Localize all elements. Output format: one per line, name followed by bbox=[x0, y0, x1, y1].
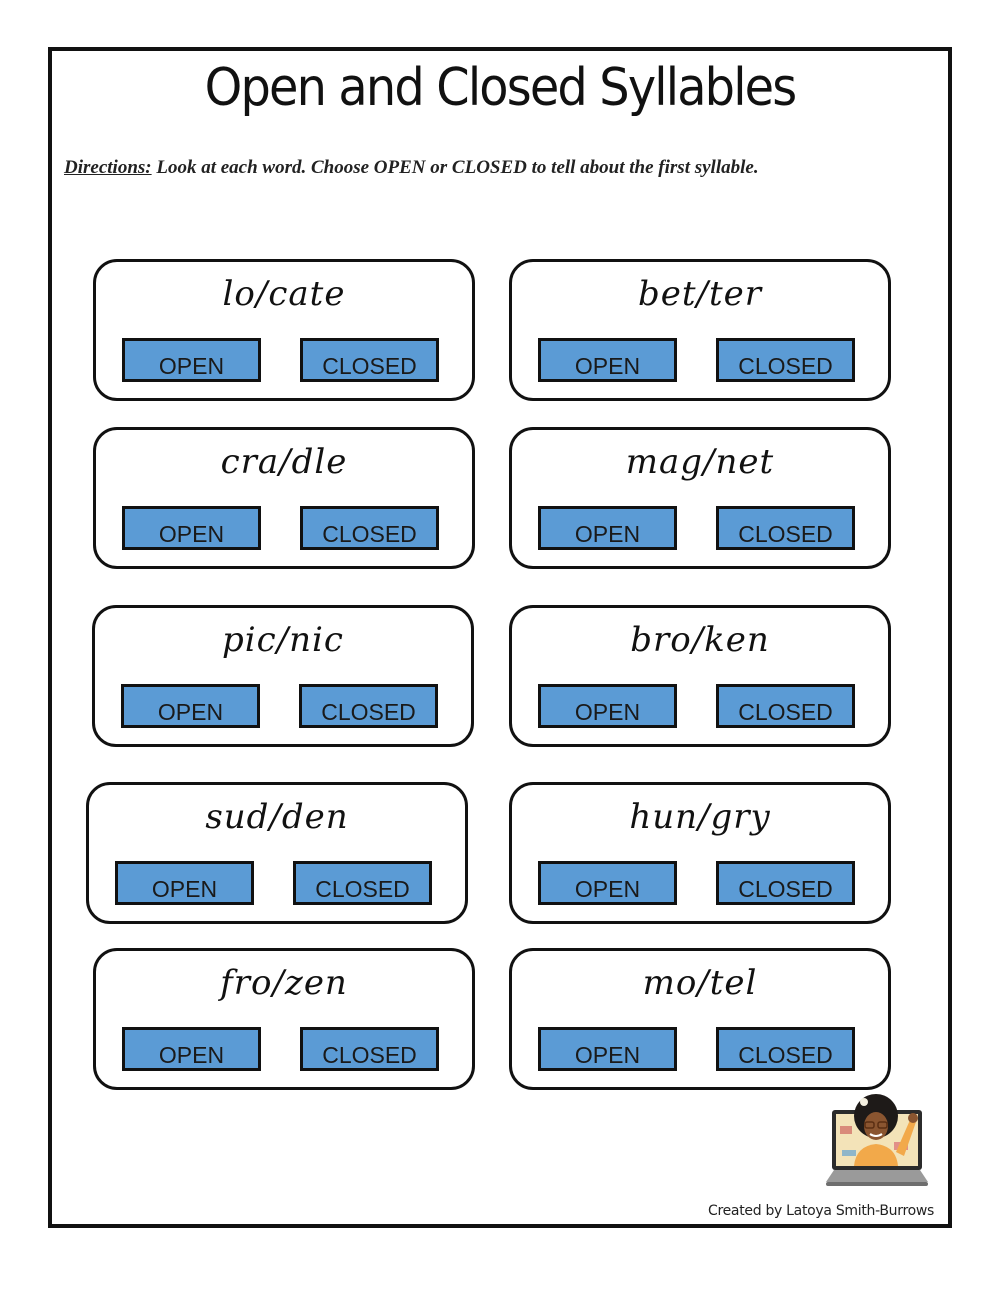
open-button[interactable]: OPEN bbox=[538, 1027, 677, 1071]
word-card: mo/tel OPEN CLOSED bbox=[509, 948, 891, 1090]
word-card: pic/nic OPEN CLOSED bbox=[92, 605, 474, 747]
syllable-word: lo/cate bbox=[222, 274, 346, 314]
closed-button[interactable]: CLOSED bbox=[300, 506, 439, 550]
open-button[interactable]: OPEN bbox=[538, 338, 677, 382]
syllable-word: bro/ken bbox=[630, 620, 770, 660]
closed-button[interactable]: CLOSED bbox=[293, 861, 432, 905]
page-title: Open and Closed Syllables bbox=[204, 58, 798, 118]
closed-button[interactable]: CLOSED bbox=[300, 1027, 439, 1071]
word-card: fro/zen OPEN CLOSED bbox=[93, 948, 475, 1090]
closed-button[interactable]: CLOSED bbox=[716, 338, 855, 382]
open-button[interactable]: OPEN bbox=[121, 684, 260, 728]
syllable-word: bet/ter bbox=[637, 274, 763, 314]
open-button[interactable]: OPEN bbox=[538, 861, 677, 905]
syllable-word: mag/net bbox=[625, 442, 775, 482]
word-card: sud/den OPEN CLOSED bbox=[86, 782, 468, 924]
word-card: mag/net OPEN CLOSED bbox=[509, 427, 891, 569]
syllable-word: hun/gry bbox=[629, 797, 771, 837]
closed-button[interactable]: CLOSED bbox=[716, 506, 855, 550]
syllable-word: sud/den bbox=[205, 797, 349, 837]
word-card: cra/dle OPEN CLOSED bbox=[93, 427, 475, 569]
open-button[interactable]: OPEN bbox=[122, 506, 261, 550]
syllable-word: pic/nic bbox=[222, 620, 344, 660]
word-card: bro/ken OPEN CLOSED bbox=[509, 605, 891, 747]
word-card: lo/cate OPEN CLOSED bbox=[93, 259, 475, 401]
word-card: hun/gry OPEN CLOSED bbox=[509, 782, 891, 924]
syllable-word: mo/tel bbox=[642, 963, 758, 1003]
closed-button[interactable]: CLOSED bbox=[300, 338, 439, 382]
teacher-laptop-avatar-icon bbox=[826, 1094, 928, 1186]
directions-text: Look at each word. Choose OPEN or CLOSED… bbox=[151, 157, 759, 178]
open-button[interactable]: OPEN bbox=[122, 1027, 261, 1071]
syllable-word: fro/zen bbox=[220, 963, 348, 1003]
open-button[interactable]: OPEN bbox=[122, 338, 261, 382]
open-button[interactable]: OPEN bbox=[538, 684, 677, 728]
word-card: bet/ter OPEN CLOSED bbox=[509, 259, 891, 401]
syllable-word: cra/dle bbox=[220, 442, 348, 482]
closed-button[interactable]: CLOSED bbox=[299, 684, 438, 728]
open-button[interactable]: OPEN bbox=[538, 506, 677, 550]
credit-text: Created by Latoya Smith-Burrows bbox=[708, 1203, 935, 1219]
closed-button[interactable]: CLOSED bbox=[716, 684, 855, 728]
directions: Directions: Look at each word. Choose OP… bbox=[64, 152, 884, 183]
closed-button[interactable]: CLOSED bbox=[716, 1027, 855, 1071]
open-button[interactable]: OPEN bbox=[115, 861, 254, 905]
directions-lead: Directions: bbox=[64, 157, 152, 178]
closed-button[interactable]: CLOSED bbox=[716, 861, 855, 905]
